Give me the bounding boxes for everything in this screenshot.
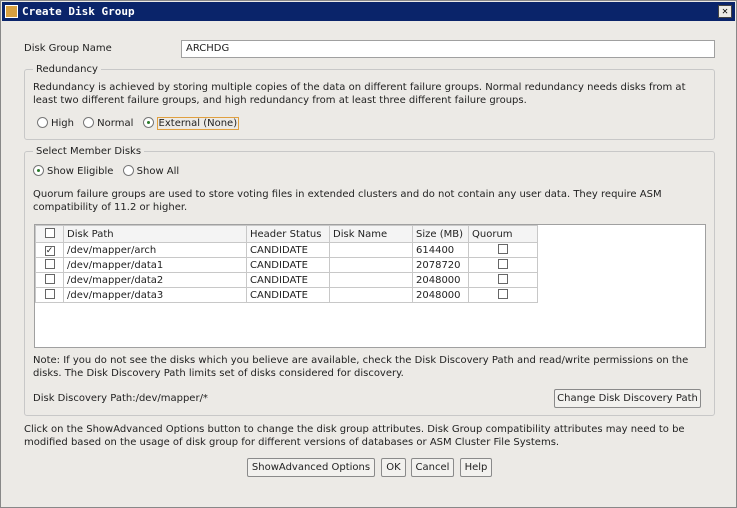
disks-table-container: Disk Path Header Status Disk Name Size (… (34, 224, 706, 348)
quorum-checkbox[interactable] (468, 242, 538, 258)
radio-high-label: High (51, 118, 74, 129)
table-header: Disk Path Header Status Disk Name Size (… (35, 225, 538, 243)
discovery-note: Note: If you do not see the disks which … (33, 355, 689, 379)
radio-external-label: External (None) (156, 117, 240, 130)
disk-group-name-label: Disk Group Name (24, 43, 112, 54)
row-checkbox[interactable]: ✓ (35, 242, 64, 258)
radio-show-all[interactable]: Show All (122, 165, 180, 177)
app-icon (5, 5, 18, 18)
quorum-checkbox[interactable] (468, 287, 538, 303)
quorum-checkbox[interactable] (468, 272, 538, 288)
radio-high[interactable]: High (37, 117, 74, 129)
header-status: CANDIDATE (246, 242, 330, 258)
discovery-path: Disk Discovery Path:/dev/mapper/* (33, 393, 208, 404)
disk-name (329, 272, 413, 288)
change-discovery-path-button[interactable]: Change Disk Discovery Path (554, 389, 701, 408)
show-options: Show Eligible Show All (33, 165, 179, 177)
disk-size: 2078720 (412, 257, 469, 273)
table-row[interactable]: /dev/mapper/data3 CANDIDATE 2048000 (35, 287, 538, 303)
dialog-title: Create Disk Group (22, 5, 135, 18)
create-disk-group-dialog: Create Disk Group ✕ Disk Group Name ARCH… (0, 0, 737, 508)
show-advanced-options-button[interactable]: ShowAdvanced Options (247, 458, 375, 477)
col-disk-path[interactable]: Disk Path (63, 225, 247, 243)
table-row[interactable]: ✓ /dev/mapper/arch CANDIDATE 614400 (35, 242, 538, 258)
redundancy-description: Redundancy is achieved by storing multip… (33, 82, 686, 106)
title-bar: Create Disk Group ✕ (2, 2, 735, 21)
member-disks-legend: Select Member Disks (36, 146, 142, 157)
quorum-checkbox[interactable] (468, 257, 538, 273)
row-checkbox[interactable] (35, 272, 64, 288)
radio-show-eligible[interactable]: Show Eligible (33, 165, 114, 177)
header-status: CANDIDATE (246, 287, 330, 303)
col-header-status[interactable]: Header Status (246, 225, 330, 243)
disk-group-name-input[interactable]: ARCHDG (181, 40, 715, 58)
disk-size: 614400 (412, 242, 469, 258)
radio-normal[interactable]: Normal (83, 117, 134, 129)
disk-name (329, 257, 413, 273)
table-row[interactable]: /dev/mapper/data2 CANDIDATE 2048000 (35, 272, 538, 288)
ok-button[interactable]: OK (381, 458, 406, 477)
close-icon[interactable]: ✕ (718, 5, 732, 18)
header-status: CANDIDATE (246, 272, 330, 288)
disk-path: /dev/mapper/arch (63, 242, 247, 258)
col-size[interactable]: Size (MB) (412, 225, 469, 243)
row-checkbox[interactable] (35, 287, 64, 303)
select-all-checkbox[interactable] (35, 225, 64, 243)
disk-size: 2048000 (412, 287, 469, 303)
disk-path: /dev/mapper/data2 (63, 272, 247, 288)
cancel-button[interactable]: Cancel (411, 458, 454, 477)
header-status: CANDIDATE (246, 257, 330, 273)
table-row[interactable]: /dev/mapper/data1 CANDIDATE 2078720 (35, 257, 538, 273)
radio-normal-label: Normal (97, 118, 134, 129)
footer-note: Click on the ShowAdvanced Options button… (24, 424, 685, 448)
help-button[interactable]: Help (460, 458, 492, 477)
disk-name (329, 287, 413, 303)
col-quorum[interactable]: Quorum (468, 225, 538, 243)
redundancy-legend: Redundancy (36, 64, 98, 75)
disk-path: /dev/mapper/data1 (63, 257, 247, 273)
show-eligible-label: Show Eligible (47, 166, 114, 177)
redundancy-options: High Normal External (None) (37, 117, 240, 130)
quorum-note: Quorum failure groups are used to store … (33, 189, 662, 213)
disks-table: Disk Path Header Status Disk Name Size (… (35, 225, 538, 303)
radio-external[interactable]: External (None) (142, 117, 240, 130)
col-disk-name[interactable]: Disk Name (329, 225, 413, 243)
row-checkbox[interactable] (35, 257, 64, 273)
disk-name (329, 242, 413, 258)
show-all-label: Show All (136, 166, 180, 177)
disk-path: /dev/mapper/data3 (63, 287, 247, 303)
disk-size: 2048000 (412, 272, 469, 288)
